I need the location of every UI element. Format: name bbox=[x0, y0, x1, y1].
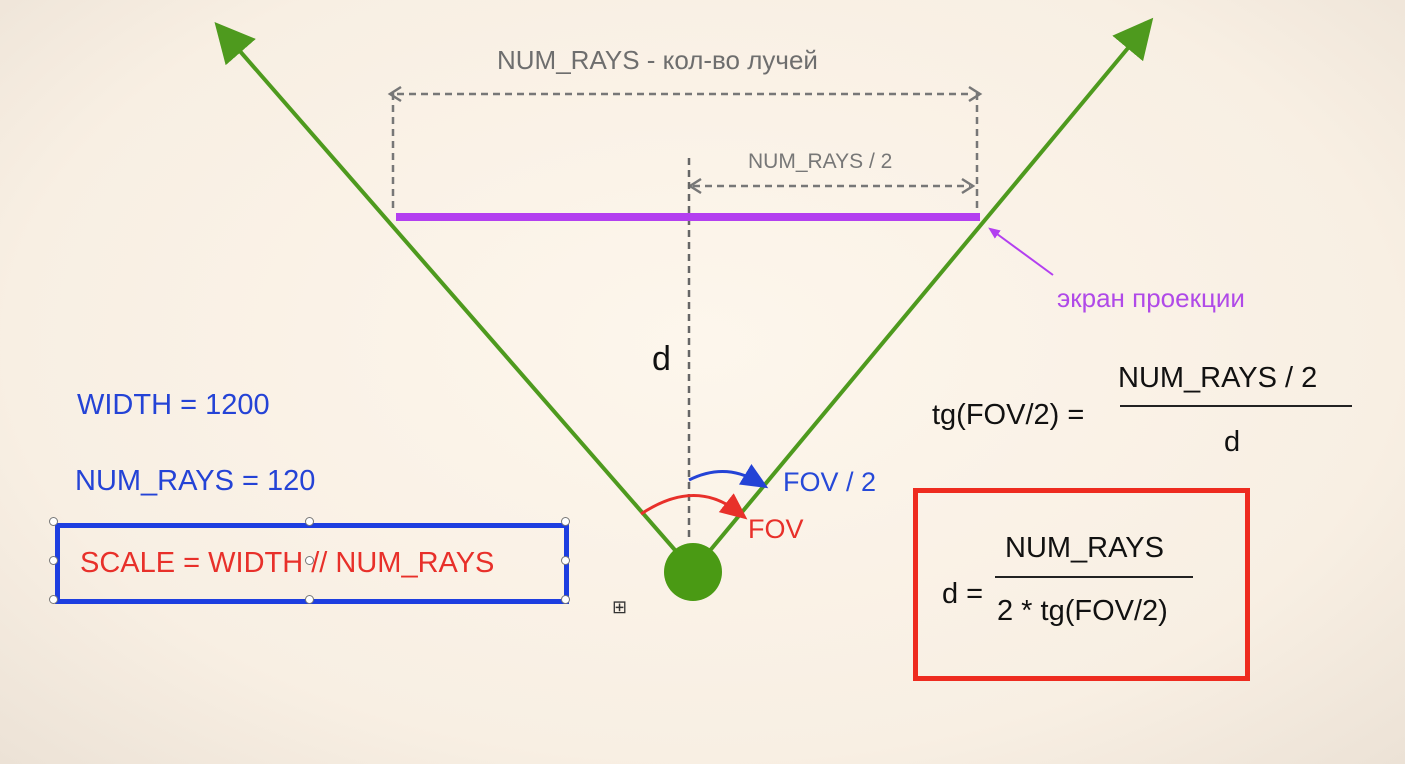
tg-formula-numerator: NUM_RAYS / 2 bbox=[1118, 362, 1318, 394]
resize-handle-bottom-middle[interactable] bbox=[305, 595, 314, 604]
move-handle-icon[interactable]: ⊞ bbox=[612, 598, 627, 616]
tg-formula-left: tg(FOV/2) = bbox=[932, 399, 1085, 431]
width-param: WIDTH = 1200 bbox=[77, 389, 270, 421]
resize-handle-top-right[interactable] bbox=[561, 517, 570, 526]
fov-half-label: FOV / 2 bbox=[783, 467, 877, 497]
resize-handle-top-middle[interactable] bbox=[305, 517, 314, 526]
fov-label: FOV bbox=[748, 514, 804, 544]
distance-label: d bbox=[652, 340, 671, 378]
num-rays-half-label: NUM_RAYS / 2 bbox=[748, 150, 893, 173]
resize-handle-middle-right[interactable] bbox=[561, 556, 570, 565]
resize-handle-bottom-left[interactable] bbox=[49, 595, 58, 604]
diagram-canvas: NUM_RAYS - кол-во лучей NUM_RAYS / 2 d э… bbox=[0, 0, 1405, 764]
resize-handle-bottom-right[interactable] bbox=[561, 595, 570, 604]
resize-handle-middle-left[interactable] bbox=[49, 556, 58, 565]
projection-screen-label: экран проекции bbox=[1057, 283, 1245, 313]
d-formula-left: d = bbox=[942, 578, 984, 610]
num-rays-span-label: NUM_RAYS - кол-во лучей bbox=[497, 45, 818, 75]
tg-formula-denominator: d bbox=[1224, 426, 1241, 458]
projection-screen-pointer bbox=[988, 227, 1054, 276]
resize-handle-center[interactable] bbox=[305, 556, 314, 565]
resize-handle-top-left[interactable] bbox=[49, 517, 58, 526]
d-formula-denominator: 2 * tg(FOV/2) bbox=[997, 595, 1168, 627]
camera-point bbox=[664, 543, 722, 601]
d-formula-numerator: NUM_RAYS bbox=[1005, 532, 1164, 564]
fov-half-arc bbox=[688, 463, 769, 489]
num-rays-param: NUM_RAYS = 120 bbox=[75, 465, 316, 497]
half-rays-dimension bbox=[687, 177, 976, 195]
scale-param: SCALE = WIDTH // NUM_RAYS bbox=[80, 547, 495, 579]
